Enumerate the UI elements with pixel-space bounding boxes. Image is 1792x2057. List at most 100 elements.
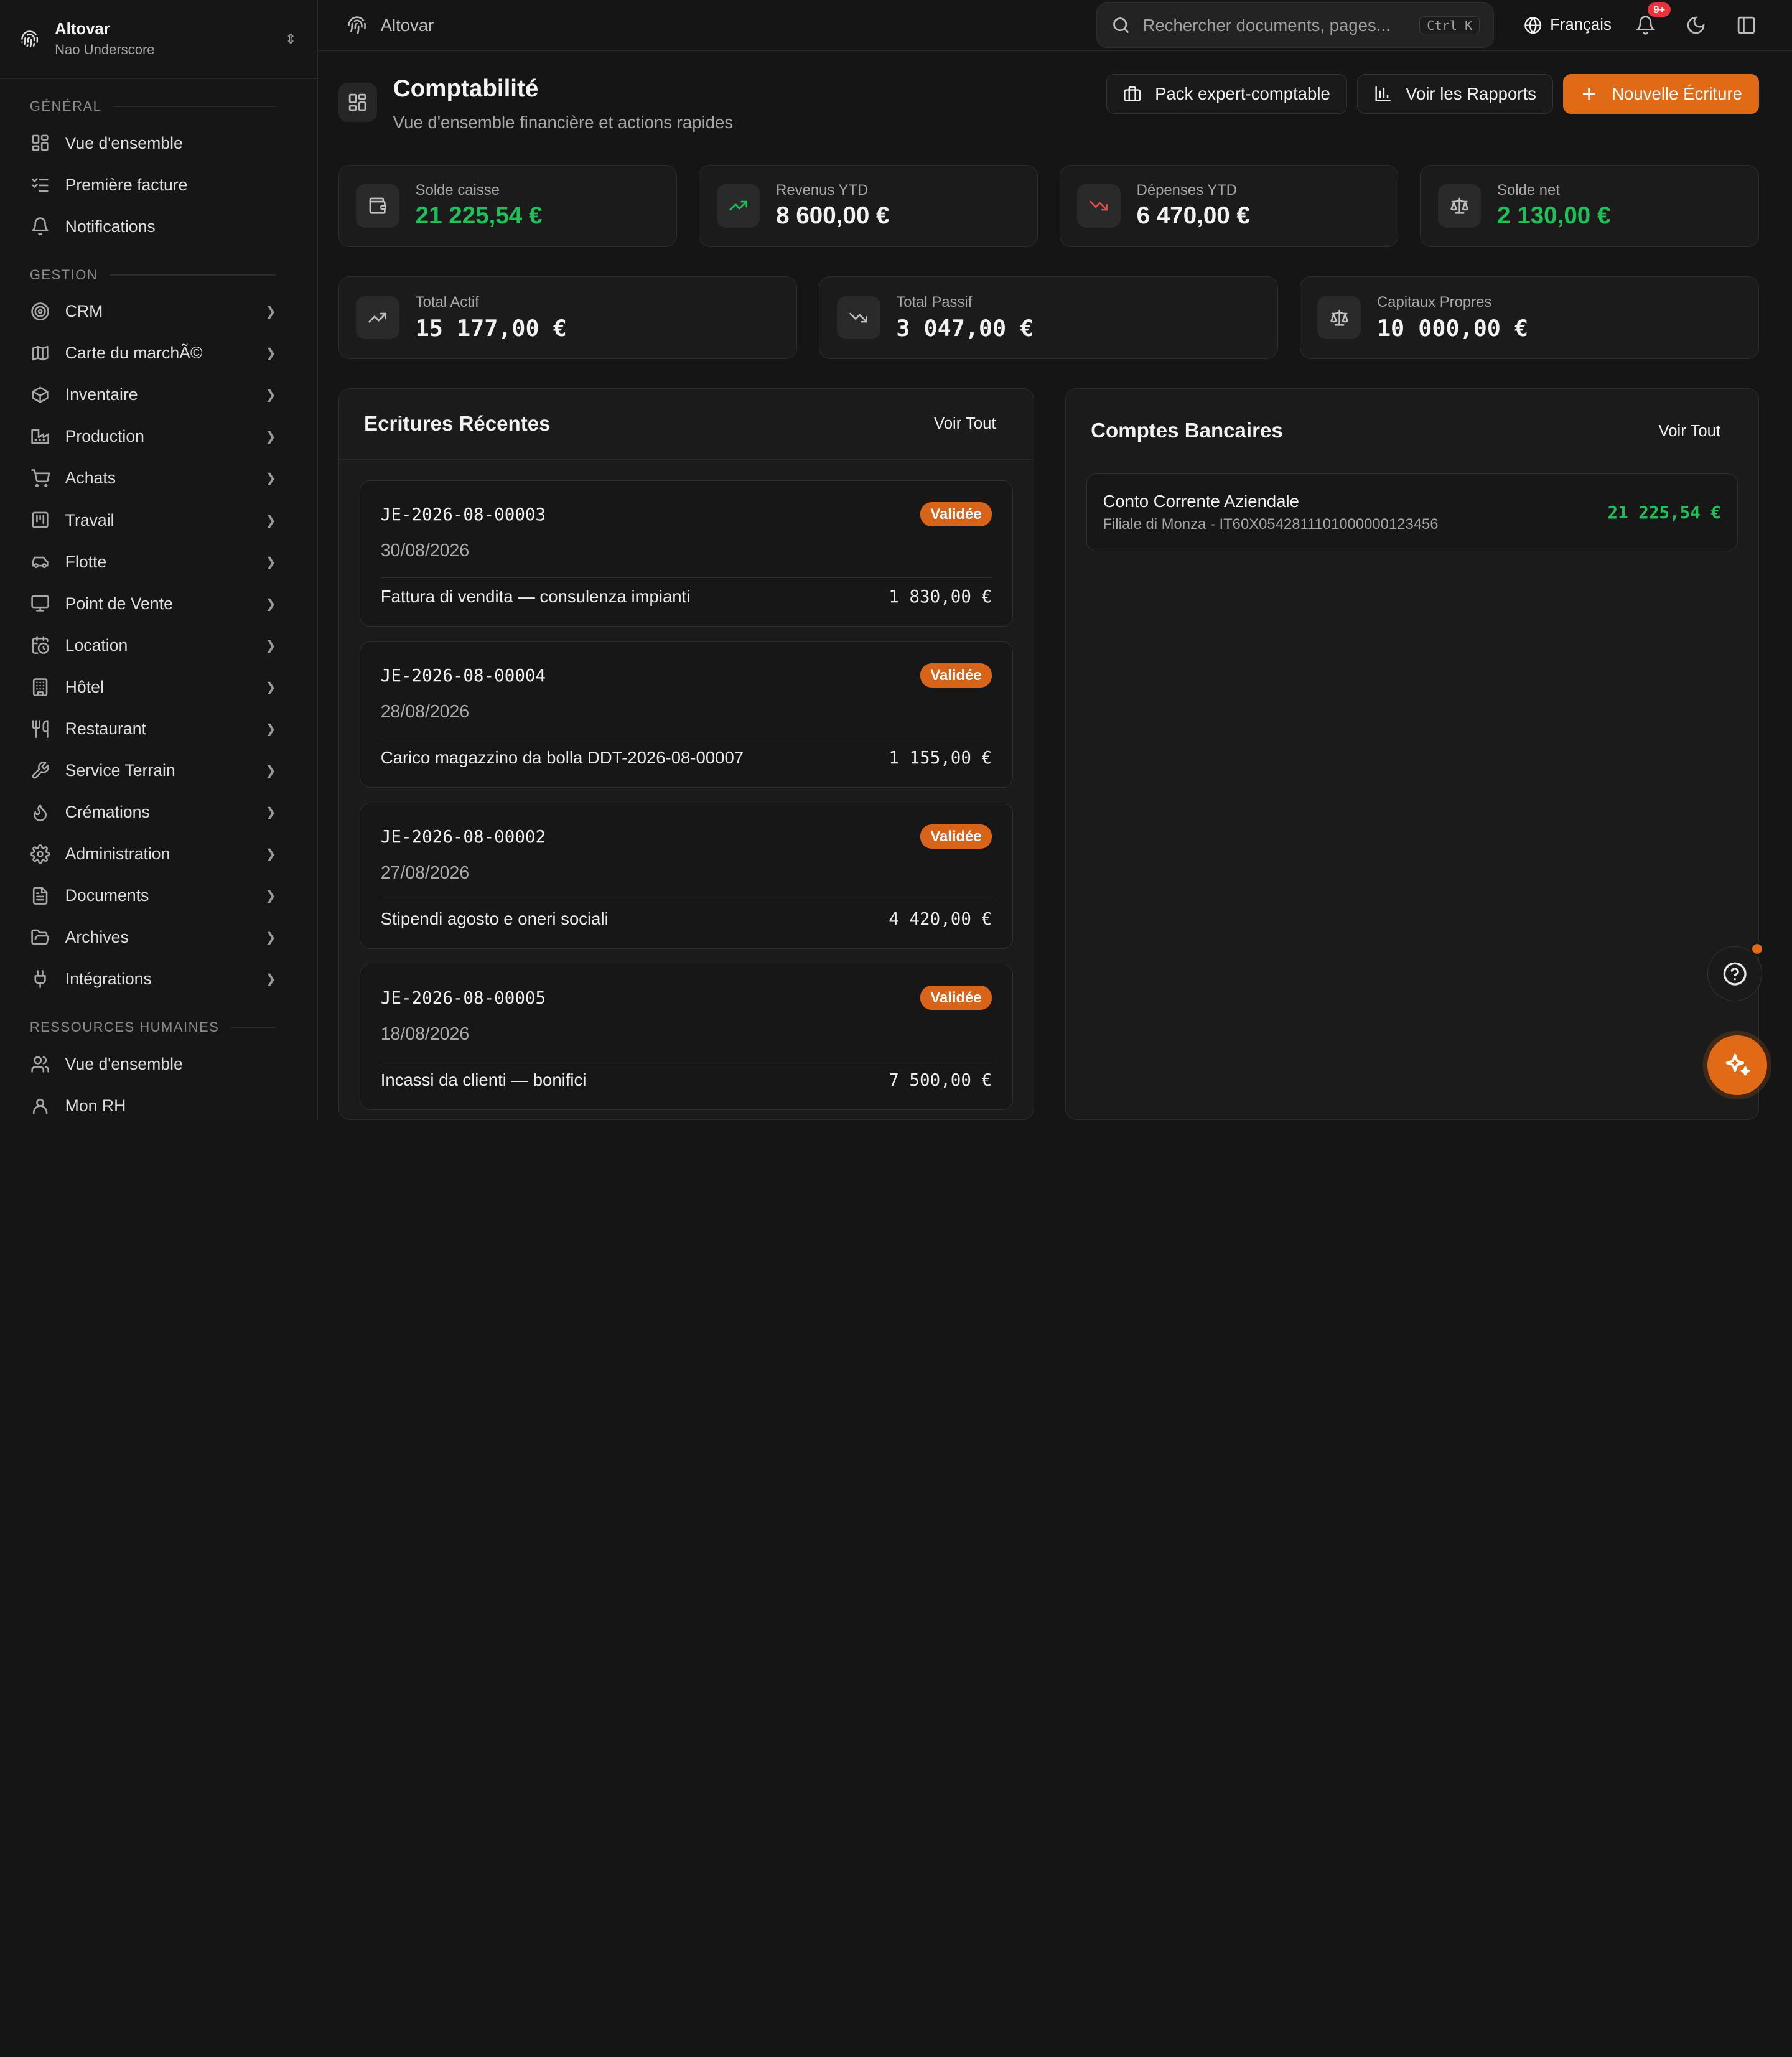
bank-accounts-panel: Comptes Bancaires Voir Tout Conto Corren… — [1065, 388, 1759, 1120]
flame-icon — [30, 802, 50, 823]
cart-icon — [30, 468, 50, 488]
sidebar-item-vue-densemble[interactable]: Vue d'ensemble — [0, 1043, 317, 1085]
notifications-button[interactable]: 9+ — [1630, 2, 1671, 41]
sidebar-item-achats[interactable]: Achats ❯ — [0, 457, 317, 499]
sidebar-item-restaurant[interactable]: Restaurant ❯ — [0, 708, 317, 750]
sidebar-item-notifications[interactable]: Notifications — [0, 206, 317, 248]
pack-expert-button[interactable]: Pack expert-comptable — [1106, 73, 1347, 114]
sidebar-item-label: Vue d'ensemble — [65, 1054, 183, 1073]
sidebar-item-label: Vue d'ensemble — [65, 133, 183, 152]
entry-date: 28/08/2026 — [380, 701, 470, 722]
chevrons-up-down-icon: ⇕ — [285, 30, 297, 47]
sidebar-item-crm[interactable]: CRM ❯ — [0, 291, 317, 332]
entry-description: Incassi da clienti — bonifici — [380, 1070, 587, 1090]
moon-icon — [1687, 16, 1705, 34]
stat-card: Total Passif 3 047,00 € — [819, 276, 1279, 359]
sidebar-item-location[interactable]: Location ❯ — [0, 625, 317, 666]
sidebar-item-mon-rh[interactable]: Mon RH — [0, 1085, 317, 1120]
sidebar-item-premiere-facture[interactable]: Première facture — [0, 164, 317, 206]
toggle-panel-button[interactable] — [1730, 9, 1762, 41]
sidebar-item-archives[interactable]: Archives ❯ — [0, 917, 317, 958]
stat-value: 15 177,00 € — [415, 314, 567, 342]
status-badge: Validée — [920, 502, 992, 527]
sidebar-item-hotel[interactable]: Hôtel ❯ — [0, 666, 317, 708]
entries-list: JE-2026-08-00003 Validée 30/08/2026 Fatt… — [339, 460, 1034, 1111]
bank-accounts-view-all[interactable]: Voir Tout — [1659, 422, 1721, 441]
stat-value: 10 000,00 € — [1376, 314, 1529, 342]
journal-entry[interactable]: JE-2026-08-00005 Validée 18/08/2026 Inca… — [359, 964, 1014, 1111]
new-entry-button[interactable]: Nouvelle Écriture — [1563, 73, 1759, 114]
bank-accounts-title: Comptes Bancaires — [1091, 419, 1283, 443]
stat-value: 8 600,00 € — [776, 202, 890, 230]
workspace-switcher[interactable]: Altovar Nao Underscore ⇕ — [0, 0, 317, 79]
stat-label: Solde net — [1497, 181, 1560, 198]
sidebar-item-label: Travail — [65, 510, 114, 529]
search-input[interactable]: Rechercher documents, pages... Ctrl K — [1096, 2, 1495, 49]
new-entry-label: Nouvelle Écriture — [1612, 83, 1742, 103]
sidebar-item-point-de-vente[interactable]: Point de Vente ❯ — [0, 583, 317, 625]
chevron-right-icon: ❯ — [265, 680, 276, 694]
chevron-right-icon: ❯ — [265, 555, 276, 569]
chevron-right-icon: ❯ — [265, 889, 276, 903]
chevron-right-icon: ❯ — [265, 597, 276, 611]
sidebar-item-label: CRM — [65, 302, 103, 321]
breadcrumb-label[interactable]: Altovar — [381, 16, 434, 35]
plug-icon — [30, 969, 50, 989]
chevron-right-icon: ❯ — [265, 847, 276, 861]
language-selector[interactable]: Français — [1524, 16, 1612, 34]
bank-account-row[interactable]: Conto Corrente Aziendale Filiale di Monz… — [1086, 473, 1738, 552]
chevron-right-icon: ❯ — [265, 388, 276, 403]
sidebar-item-cremations[interactable]: Crémations ❯ — [0, 791, 317, 833]
journal-entry[interactable]: JE-2026-08-00003 Validée 30/08/2026 Fatt… — [359, 480, 1014, 627]
sidebar-item-production[interactable]: Production ❯ — [0, 416, 317, 457]
trending-up-icon — [356, 296, 399, 340]
sidebar-item-label: Documents — [65, 885, 149, 905]
bank-accounts-list: Conto Corrente Aziendale Filiale di Monz… — [1066, 473, 1758, 552]
sidebar-item-inventaire[interactable]: Inventaire ❯ — [0, 374, 317, 416]
sidebar-item-carte-du-marcha[interactable]: Carte du marchÃ© ❯ — [0, 332, 317, 374]
help-circle-icon — [1723, 962, 1747, 986]
journal-entry[interactable]: JE-2026-08-00004 Validée 28/08/2026 Cari… — [359, 641, 1014, 788]
sidebar-item-label: Production — [65, 427, 144, 446]
status-badge: Validée — [920, 663, 992, 688]
journal-entry[interactable]: JE-2026-08-00002 Validée 27/08/2026 Stip… — [359, 803, 1014, 949]
scale-icon — [1317, 296, 1361, 340]
package-icon — [30, 385, 50, 405]
sidebar-item-flotte[interactable]: Flotte ❯ — [0, 541, 317, 583]
stat-card: Solde caisse 21 225,54 € — [338, 164, 678, 247]
sidebar-item-travail[interactable]: Travail ❯ — [0, 500, 317, 541]
view-reports-button[interactable]: Voir les Rapports — [1357, 73, 1553, 114]
entry-date: 30/08/2026 — [380, 540, 470, 561]
recent-entries-view-all[interactable]: Voir Tout — [934, 415, 996, 433]
sidebar-item-service-terrain[interactable]: Service Terrain ❯ — [0, 750, 317, 791]
sidebar-item-documents[interactable]: Documents ❯ — [0, 875, 317, 917]
stat-label: Dépenses YTD — [1136, 181, 1237, 198]
language-label: Français — [1550, 16, 1612, 34]
stat-card: Solde net 2 130,00 € — [1420, 164, 1759, 247]
globe-icon — [1524, 17, 1542, 34]
sidebar-item-vue-densemble[interactable]: Vue d'ensemble — [0, 122, 317, 164]
help-button[interactable] — [1707, 942, 1764, 1001]
bell-icon — [1635, 16, 1656, 35]
status-badge: Validée — [920, 824, 992, 849]
topbar: Altovar Rechercher documents, pages... C… — [317, 0, 1792, 52]
pack-expert-label: Pack expert-comptable — [1155, 83, 1330, 103]
workspace-name: Altovar — [55, 20, 110, 38]
layout-grid-icon — [338, 83, 378, 122]
sidebar-item-integrations[interactable]: Intégrations ❯ — [0, 958, 317, 1000]
checklist-icon — [30, 175, 50, 195]
sidebar-item-label: Administration — [65, 844, 170, 863]
chevron-right-icon: ❯ — [265, 805, 276, 819]
bank-account-name: Conto Corrente Aziendale — [1103, 492, 1299, 511]
calendar-clock-icon — [30, 635, 50, 656]
sidebar-item-administration[interactable]: Administration ❯ — [0, 833, 317, 875]
section-title: GESTION — [0, 263, 317, 286]
theme-toggle-button[interactable] — [1680, 9, 1712, 41]
app-root: Altovar Nao Underscore ⇕ GÉNÉRAL Vue d'e… — [0, 0, 1792, 1120]
kanban-icon — [30, 510, 50, 530]
stat-value: 6 470,00 € — [1136, 202, 1250, 230]
stat-card: Revenus YTD 8 600,00 € — [699, 164, 1038, 247]
chevron-right-icon: ❯ — [265, 722, 276, 736]
ai-assistant-button[interactable] — [1707, 1035, 1767, 1095]
search-placeholder: Rechercher documents, pages... — [1142, 15, 1391, 35]
